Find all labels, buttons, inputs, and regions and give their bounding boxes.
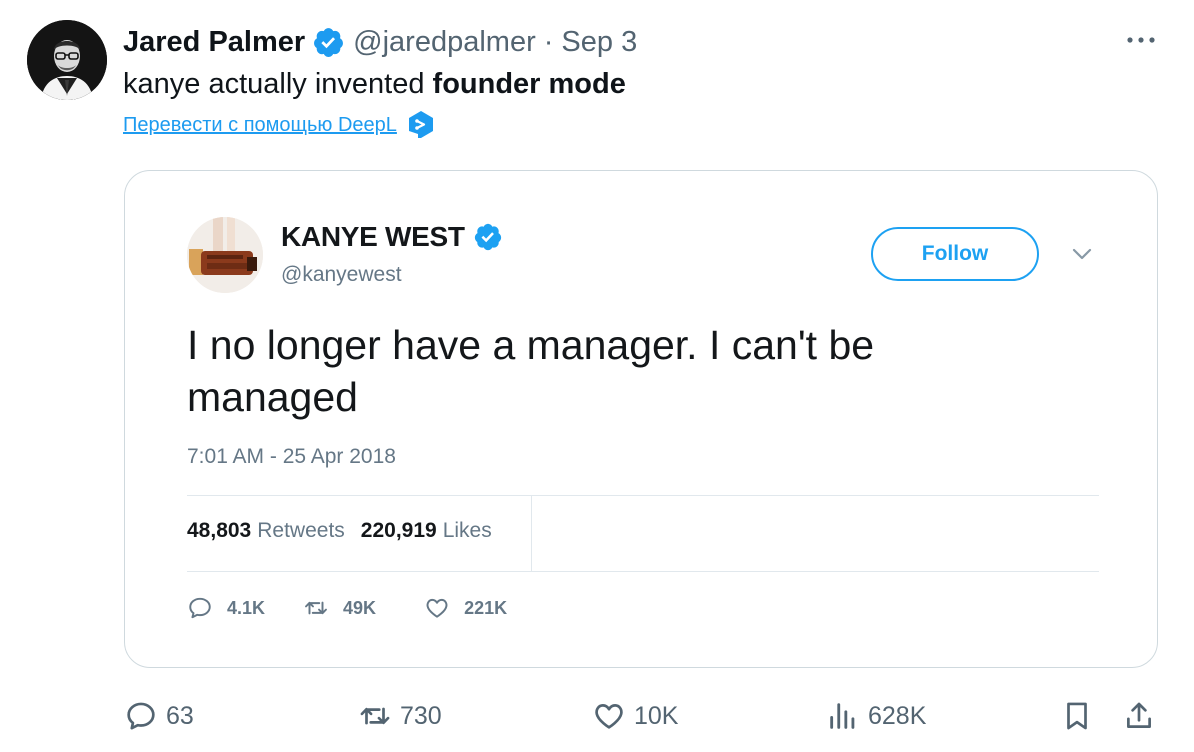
views-icon	[830, 703, 855, 729]
kanye-like-count: 221K	[464, 597, 508, 618]
like-icon	[595, 704, 623, 729]
kanye-stats: 48,803 Retweets 220,919 Likes	[187, 519, 492, 543]
deepl-icon[interactable]	[407, 110, 435, 140]
author-avatar[interactable]	[27, 20, 107, 100]
tweet-text: kanye actually invented founder mode	[123, 64, 626, 104]
divider-top	[187, 495, 1099, 496]
kanye-timestamp: 7:01 AM - 25 Apr 2018	[187, 445, 396, 468]
reply-icon	[189, 597, 211, 619]
reply-button[interactable]: 63	[124, 694, 194, 738]
more-options-icon[interactable]	[1124, 28, 1158, 52]
kanye-tweet-text: I no longer have a manager. I can't be m…	[187, 322, 875, 420]
bookmark-icon	[1067, 702, 1087, 730]
translate-link[interactable]: Перевести с помощью DeepL	[123, 114, 397, 137]
kanye-handle: @kanyewest	[281, 263, 402, 286]
kanye-reply: 4.1K	[187, 595, 265, 621]
kanye-reply-count: 4.1K	[227, 597, 266, 618]
bookmark-button[interactable]	[1060, 694, 1094, 738]
retweets-count: 48,803	[187, 519, 252, 542]
retweets-label: Retweets	[257, 519, 345, 542]
likes-count: 220,919	[360, 519, 437, 542]
kanye-like: 221K	[424, 595, 507, 621]
heart-icon	[426, 598, 448, 618]
repost-count: 730	[400, 701, 442, 730]
kanye-actions: 4.1K 49K 221K	[187, 595, 507, 621]
tweet-date[interactable]: Sep 3	[561, 22, 637, 62]
views-count: 628K	[868, 701, 927, 730]
like-button[interactable]: 10K	[592, 694, 678, 738]
embedded-tweet-image[interactable]: KANYE WEST @kanyewest Follow I no longer…	[124, 170, 1158, 668]
verified-badge-icon[interactable]	[312, 26, 345, 59]
repost-icon	[360, 707, 390, 725]
likes-label: Likes	[442, 519, 492, 542]
like-count: 10K	[634, 701, 679, 730]
divider-bottom	[187, 571, 1099, 572]
author-name[interactable]: Jared Palmer	[123, 22, 305, 62]
kanye-name: KANYE WEST	[281, 221, 465, 252]
views-button[interactable]: 628K	[826, 694, 926, 738]
kanye-retweet-count: 49K	[343, 597, 377, 618]
kanye-name-row: KANYE WEST	[281, 221, 503, 253]
tweet-text-bold: founder mode	[432, 68, 626, 100]
kanye-retweet: 49K	[303, 595, 376, 621]
repost-button[interactable]: 730	[358, 694, 442, 738]
chevron-down-icon	[1072, 248, 1092, 260]
divider-vertical	[531, 495, 532, 571]
tweet-text-plain: kanye actually invented	[123, 68, 433, 100]
share-icon	[1127, 702, 1151, 728]
share-button[interactable]	[1122, 694, 1156, 738]
tweet-header: Jared Palmer @jaredpalmer · Sep 3	[123, 22, 637, 62]
follow-button: Follow	[871, 227, 1039, 281]
kanye-avatar-image	[187, 217, 263, 293]
avatar-image	[27, 20, 107, 100]
reply-icon	[127, 702, 155, 730]
translate-row: Перевести с помощью DeepL	[123, 110, 435, 140]
author-handle[interactable]: @jaredpalmer	[353, 22, 536, 62]
action-bar: 63 730 10K 628K	[0, 694, 1194, 738]
kanye-avatar	[187, 217, 263, 293]
retweet-icon	[305, 601, 327, 615]
tweet: Jared Palmer @jaredpalmer · Sep 3 kanye …	[0, 0, 1194, 752]
reply-count: 63	[166, 701, 194, 730]
separator-dot: ·	[543, 26, 554, 58]
kanye-verified-badge-icon	[474, 223, 501, 251]
